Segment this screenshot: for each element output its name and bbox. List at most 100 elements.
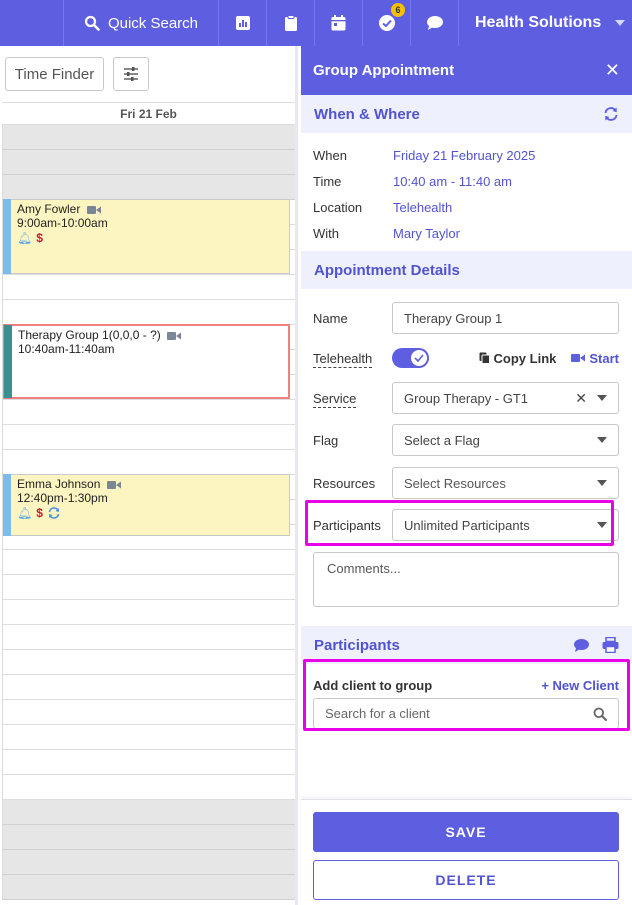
client-search-input[interactable]: Search for a client	[313, 698, 619, 729]
time-slot[interactable]	[2, 150, 295, 175]
clear-icon[interactable]: ✕	[575, 390, 587, 407]
name-value: Therapy Group 1	[404, 310, 503, 326]
time-slot[interactable]	[2, 450, 295, 475]
time-slot[interactable]	[2, 425, 295, 450]
delete-button[interactable]: DELETE	[313, 860, 619, 900]
refresh-icon[interactable]	[603, 106, 619, 122]
participants-select[interactable]: Unlimited Participants	[392, 509, 619, 541]
calendar-button[interactable]	[314, 0, 362, 46]
appointment-status-bar	[3, 199, 11, 274]
time-slot[interactable]	[2, 850, 295, 875]
when-where-details: When Friday 21 February 2025 Time 10:40 am…	[301, 133, 632, 251]
time-slot[interactable]	[2, 875, 295, 900]
quick-search-button[interactable]: Quick Search	[63, 0, 218, 46]
reports-icon	[235, 16, 250, 30]
name-input[interactable]: Therapy Group 1	[392, 302, 619, 334]
telehealth-toggle[interactable]	[392, 348, 429, 368]
time-slot[interactable]	[2, 775, 295, 800]
time-slot[interactable]	[2, 125, 295, 150]
participants-row: Participants Unlimited Participants	[313, 509, 619, 541]
appointment-title: Amy Fowler	[17, 202, 81, 216]
tasks-button[interactable]: 6	[362, 0, 410, 46]
copy-link-button[interactable]: Copy Link	[479, 350, 557, 366]
service-label: Service	[313, 390, 357, 408]
appointment-title: Therapy Group 1(0,0,0 - ?)	[18, 328, 161, 342]
time-slot[interactable]	[2, 825, 295, 850]
calendar-day-view: Time Finder Fri 21 Feb Amy Fowler 9:00am…	[0, 46, 298, 905]
time-value[interactable]: 10:40 am - 11:40 am	[393, 174, 512, 189]
clipboard-icon	[284, 14, 297, 31]
clipboard-button[interactable]	[266, 0, 314, 46]
search-icon	[593, 707, 607, 721]
add-client-label: Add client to group	[313, 677, 433, 693]
service-value: Group Therapy - GT1	[404, 390, 529, 406]
save-button[interactable]: SAVE	[313, 812, 619, 852]
time-slot[interactable]	[2, 275, 295, 300]
time-slot[interactable]	[2, 725, 295, 750]
panel-header: Group Appointment ✕	[301, 46, 632, 95]
time-slot[interactable]	[2, 625, 295, 650]
time-slot[interactable]	[2, 700, 295, 725]
with-value[interactable]: Mary Taylor	[393, 226, 460, 241]
time-slot[interactable]	[2, 575, 295, 600]
when-label: When	[313, 147, 347, 163]
resources-row: Resources Select Resources	[313, 467, 619, 499]
service-select[interactable]: Group Therapy - GT1 ✕	[392, 382, 619, 414]
close-icon[interactable]: ✕	[605, 60, 620, 81]
filter-button[interactable]	[113, 57, 149, 91]
recurring-icon	[48, 507, 60, 519]
appointment-card[interactable]: Emma Johnson 12:40pm-1:30pm 🔔︎ $	[3, 474, 290, 536]
comments-textarea[interactable]: Comments...	[313, 552, 619, 607]
resources-select[interactable]: Select Resources	[392, 467, 619, 499]
location-value[interactable]: Telehealth	[393, 200, 452, 215]
reports-button[interactable]	[218, 0, 266, 46]
tasks-count-badge: 6	[391, 3, 405, 17]
name-row: Name Therapy Group 1	[313, 302, 619, 334]
flag-placeholder: Select a Flag	[404, 432, 480, 448]
appointment-card-selected[interactable]: Therapy Group 1(0,0,0 - ?) 10:40am-11:40…	[3, 324, 290, 399]
participants-value: Unlimited Participants	[404, 517, 530, 533]
time-finder-button[interactable]: Time Finder	[5, 57, 104, 91]
time-slot[interactable]	[2, 550, 295, 575]
appointment-status-bar	[4, 325, 12, 398]
chat-icon[interactable]	[573, 638, 590, 653]
check-icon	[414, 354, 424, 362]
group-appointment-panel: Group Appointment ✕ When & Where When Fri…	[301, 46, 632, 905]
time-slot[interactable]	[2, 750, 295, 775]
section-title: When & Where	[314, 105, 420, 123]
appointment-card[interactable]: Amy Fowler 9:00am-10:00am 🔔︎ $	[3, 199, 290, 274]
time-slot[interactable]	[2, 800, 295, 825]
copy-link-label: Copy Link	[493, 350, 557, 366]
when-value[interactable]: Friday 21 February 2025	[393, 148, 535, 163]
panel-title: Group Appointment	[313, 62, 455, 79]
chat-button[interactable]	[410, 0, 458, 46]
panel-footer: SAVE DELETE	[301, 799, 632, 905]
time-slot[interactable]	[2, 175, 295, 200]
start-video-button[interactable]: Start	[571, 351, 619, 366]
client-search-row: Search for a client	[313, 698, 619, 729]
appointment-details-header: Appointment Details	[301, 251, 632, 289]
appointment-title: Emma Johnson	[17, 477, 101, 491]
flag-select[interactable]: Select a Flag	[392, 424, 619, 456]
video-camera-icon	[86, 205, 101, 214]
time-label: Time	[313, 173, 342, 189]
time-slot[interactable]	[2, 675, 295, 700]
flag-label: Flag	[313, 432, 339, 448]
day-column-header: Fri 21 Feb	[2, 102, 295, 125]
bell-icon: 🔔︎	[17, 231, 33, 245]
time-slot[interactable]	[2, 600, 295, 625]
chevron-down-icon	[597, 437, 607, 443]
time-slot[interactable]	[2, 650, 295, 675]
telehealth-row: Telehealth Copy Link Start	[313, 346, 619, 370]
flag-row: Flag Select a Flag	[313, 424, 619, 456]
add-client-row: Add client to group + New Client	[313, 676, 619, 694]
time-slot[interactable]	[2, 300, 295, 325]
appointment-status-bar	[3, 474, 11, 536]
printer-icon[interactable]	[602, 637, 619, 653]
client-search-placeholder: Search for a client	[325, 706, 430, 721]
organization-menu[interactable]: Health Solutions	[458, 0, 632, 46]
search-icon	[84, 15, 100, 31]
time-slot[interactable]	[2, 400, 295, 425]
new-client-link[interactable]: + New Client	[541, 678, 619, 693]
chat-icon	[426, 16, 443, 30]
